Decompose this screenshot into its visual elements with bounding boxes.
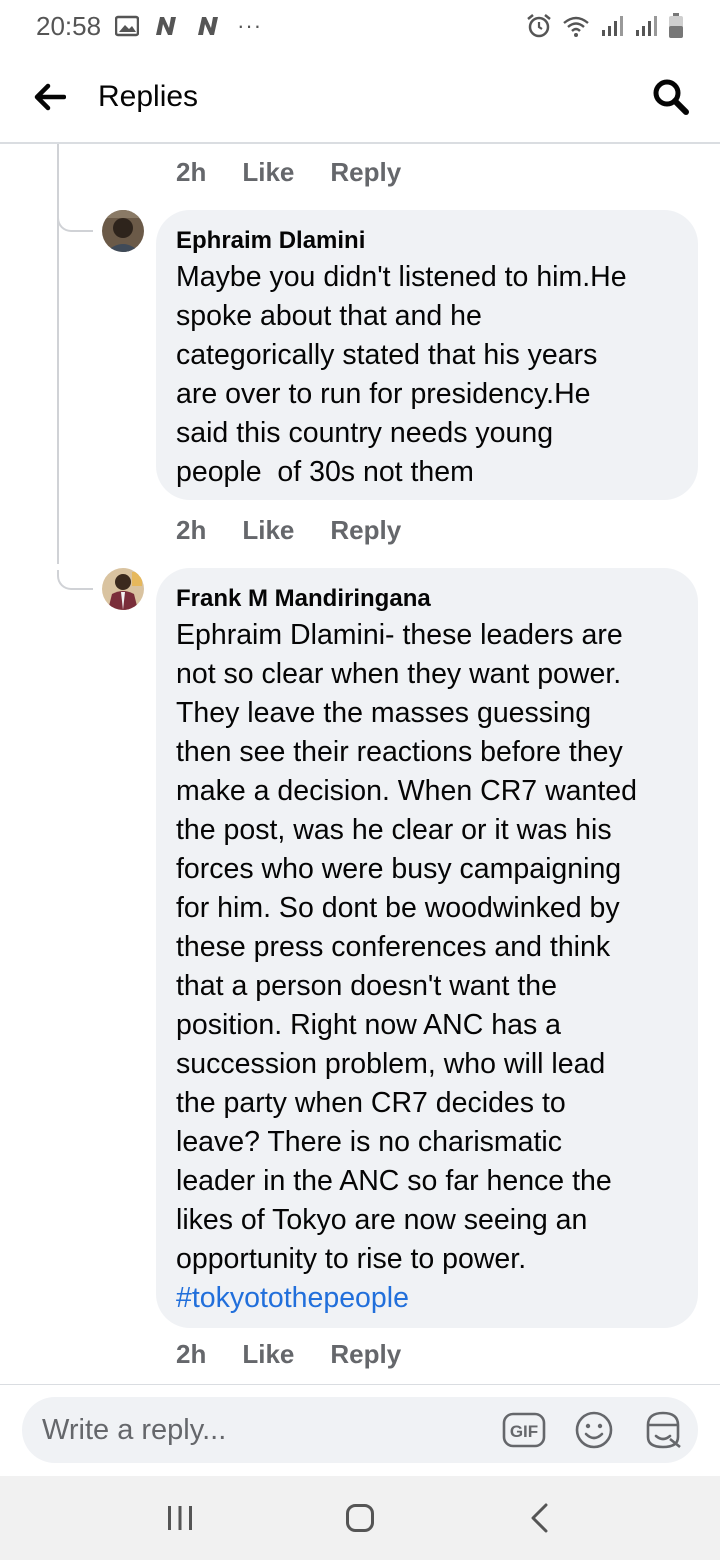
- sticker-button[interactable]: [574, 1410, 614, 1450]
- comment-line: the post, was he clear or it was his: [176, 814, 612, 846]
- like-button[interactable]: Like: [242, 157, 294, 188]
- comment-bubble[interactable]: Frank M Mandiringana Ephraim Dlamini- th…: [156, 568, 698, 1328]
- system-nav-bar: [0, 1476, 720, 1560]
- comment-line: the party when CR7 decides to: [176, 1087, 566, 1119]
- search-icon: [653, 79, 689, 115]
- back-button[interactable]: [20, 67, 80, 127]
- comment-time: 2h: [176, 1338, 207, 1369]
- comment-line: succession problem, who will lead: [176, 1048, 606, 1080]
- comment-text: Maybe you didn't listened to him.He spok…: [176, 258, 678, 492]
- alarm-icon: [526, 13, 552, 39]
- comment-line: opportunity to rise to power.: [176, 1243, 527, 1275]
- comment-line: make a decision. When CR7 wanted: [176, 775, 637, 807]
- n-notification-icon-2: [195, 15, 223, 37]
- comment-time: 2h: [176, 514, 207, 545]
- comment-line: Ephraim Dlamini- these leaders are: [176, 619, 623, 651]
- avatar[interactable]: [102, 210, 144, 252]
- comment-actions: 2h Like Reply: [176, 1338, 401, 1370]
- comment-text: Ephraim Dlamini- these leaders are not s…: [176, 616, 678, 1318]
- status-left: 20:58 ···: [36, 11, 262, 42]
- home-button[interactable]: [330, 1488, 390, 1548]
- battery-icon: [668, 13, 684, 39]
- wifi-icon: [562, 14, 590, 38]
- comment-time: 2h: [176, 156, 207, 187]
- gif-button[interactable]: GIF: [502, 1410, 546, 1450]
- status-time: 20:58: [36, 10, 102, 41]
- reply-placeholder: Write a reply...: [42, 1413, 227, 1446]
- hashtag-link[interactable]: #tokyotothepeople: [176, 1279, 678, 1318]
- like-button[interactable]: Like: [242, 515, 294, 546]
- chevron-left-icon: [531, 1503, 548, 1533]
- comment-line: not so clear when they want power.: [176, 658, 622, 690]
- comment-line: these press conferences and think: [176, 931, 611, 963]
- comment-author[interactable]: Frank M Mandiringana: [176, 584, 678, 614]
- comment-actions: 2h Like Reply: [176, 514, 401, 546]
- avatar[interactable]: [102, 568, 144, 610]
- smiley-icon: [575, 1411, 613, 1449]
- gif-label: GIF: [510, 1422, 538, 1441]
- gif-icon: GIF: [502, 1412, 546, 1448]
- status-bar: 20:58 ···: [0, 0, 720, 52]
- comment-line: forces who were busy campaigning: [176, 853, 622, 885]
- comment-bubble[interactable]: Ephraim Dlamini Maybe you didn't listene…: [156, 210, 698, 500]
- comment-line: that a person doesn't want the: [176, 970, 557, 1002]
- back-nav-button[interactable]: [510, 1488, 570, 1548]
- thread-branch: [57, 570, 93, 590]
- page-title: Replies: [98, 80, 199, 113]
- thread-branch: [57, 212, 93, 232]
- reply-input[interactable]: Write a reply... GIF: [22, 1397, 698, 1463]
- reply-button[interactable]: Reply: [330, 1339, 401, 1370]
- reply-button[interactable]: Reply: [330, 515, 401, 546]
- composer-actions: GIF: [502, 1397, 684, 1463]
- comment-line: leader in the ANC so far hence the: [176, 1165, 612, 1197]
- comment-line: categorically stated that his years: [176, 339, 598, 371]
- comment-line: are over to run for presidency.He: [176, 378, 591, 410]
- signal-icon-2: [634, 14, 658, 38]
- home-icon: [346, 1504, 374, 1532]
- recent-apps-icon: [168, 1506, 192, 1530]
- signal-icon: [600, 14, 624, 38]
- gallery-notification-icon: [115, 15, 140, 37]
- thread-line: [57, 144, 59, 564]
- comment-line: then see their reactions before they: [176, 736, 623, 768]
- comment-author[interactable]: Ephraim Dlamini: [176, 226, 678, 256]
- comment-line: likes of Tokyo are now seeing an: [176, 1204, 588, 1236]
- comment-line: said this country needs young: [176, 417, 554, 449]
- search-button[interactable]: [646, 72, 696, 122]
- comment-line: leave? There is no charismatic: [176, 1126, 562, 1158]
- comment-actions: 2h Like Reply: [176, 156, 401, 188]
- comment-line: people of 30s not them: [176, 456, 474, 488]
- reply-button[interactable]: Reply: [330, 157, 401, 188]
- comment-line: position. Right now ANC has a: [176, 1009, 561, 1041]
- back-arrow-icon: [34, 83, 66, 111]
- replies-thread[interactable]: 2h Like Reply Ephraim Dlamini Maybe you …: [0, 144, 720, 1384]
- reply-composer: Write a reply... GIF: [0, 1384, 720, 1476]
- comment-line: for him. So dont be woodwinked by: [176, 892, 620, 924]
- status-right: [526, 13, 684, 39]
- avatar-sticker-icon: [646, 1411, 681, 1449]
- like-button[interactable]: Like: [242, 1339, 294, 1370]
- comment-line: spoke about that and he: [176, 300, 482, 332]
- app-header: Replies: [0, 52, 720, 144]
- n-notification-icon: [153, 15, 181, 37]
- comment-line: Maybe you didn't listened to him.He: [176, 261, 627, 293]
- avatar-sticker-button[interactable]: [642, 1409, 684, 1451]
- more-notifications-icon: ···: [237, 13, 263, 38]
- recent-apps-button[interactable]: [150, 1488, 210, 1548]
- comment-line: They leave the masses guessing: [176, 697, 592, 729]
